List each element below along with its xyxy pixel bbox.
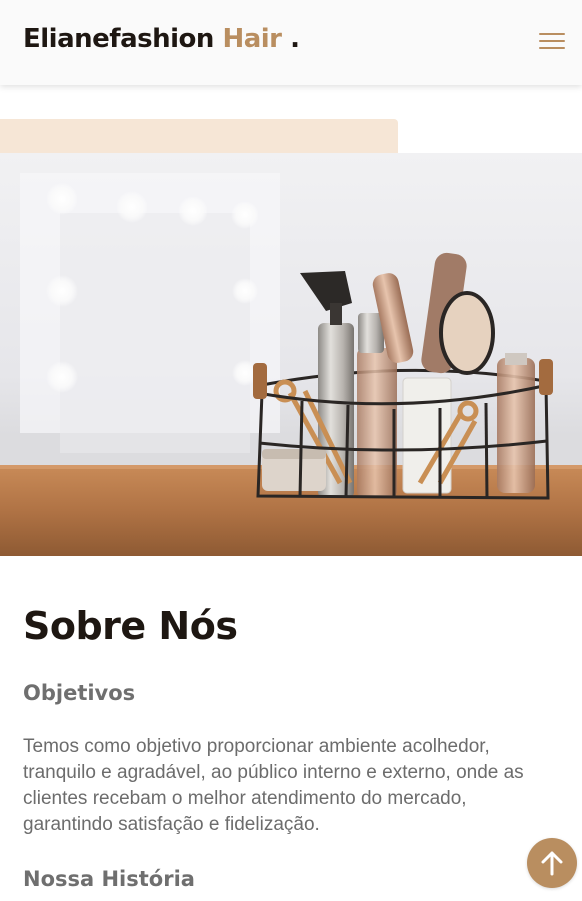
brand-logo[interactable]: Elianefashion Hair .: [23, 24, 300, 54]
brand-name: Elianefashion: [23, 24, 214, 54]
brand-accent: Hair: [222, 24, 282, 54]
objectives-heading: Objetivos: [23, 681, 136, 705]
menu-line: [539, 47, 565, 49]
arrow-up-icon: [541, 851, 563, 876]
page-title: Sobre Nós: [23, 604, 238, 648]
history-heading: Nossa História: [23, 867, 195, 891]
objectives-text: Temos como objetivo proporcionar ambient…: [23, 736, 524, 835]
menu-line: [539, 40, 565, 42]
hamburger-menu-icon[interactable]: [539, 31, 565, 51]
salon-tools-illustration: [0, 173, 582, 556]
menu-line: [539, 33, 565, 35]
site-header: Elianefashion Hair .: [0, 0, 582, 85]
brand-dot: .: [290, 24, 300, 54]
scroll-to-top-button[interactable]: [527, 838, 577, 888]
hero-image: [0, 153, 582, 556]
